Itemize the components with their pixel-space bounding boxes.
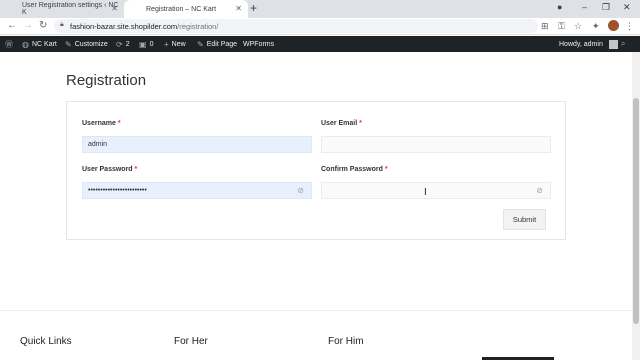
required-mark: *	[117, 120, 121, 127]
avatar	[608, 39, 618, 49]
brush-icon: ✎	[65, 39, 72, 49]
password-value: ••••••••••••••••••••••••	[88, 187, 147, 194]
adminbar-updates-count: 2	[125, 40, 130, 48]
adminbar-edit-label: Edit Page	[206, 40, 238, 48]
adminbar-site-label: NC Kart	[31, 40, 57, 48]
username-field[interactable]: admin	[82, 136, 312, 153]
updates-icon: ⟳	[116, 39, 123, 49]
confirm-password-label: Confirm Password *	[321, 166, 388, 173]
required-mark: *	[359, 120, 362, 127]
adminbar-edit-page[interactable]: ✎ Edit Page	[197, 36, 237, 52]
comment-icon: ▣	[139, 39, 147, 49]
back-arrow-icon[interactable]: ←	[7, 20, 17, 31]
adminbar-wpforms-label: WPForms	[243, 40, 275, 48]
page-title: Registration	[66, 72, 147, 89]
footer-heading-for-her: For Her	[174, 336, 208, 347]
page-scrollbar[interactable]	[632, 52, 640, 360]
username-label-text: Username	[82, 120, 116, 127]
plus-icon: +	[164, 39, 169, 49]
confirm-label-text: Confirm Password	[321, 166, 383, 173]
forward-arrow-icon[interactable]: →	[23, 20, 33, 31]
plus-icon[interactable]: +	[250, 1, 257, 15]
search-icon: ⌕	[621, 39, 626, 48]
browser-tab-registration[interactable]: Registration – NC Kart ✕	[124, 0, 248, 18]
email-field[interactable]	[321, 136, 551, 153]
confirm-password-field[interactable]: ⊘	[321, 182, 551, 199]
tab-title: Registration – NC Kart	[146, 5, 217, 13]
browser-tab-user-registration-settings[interactable]: User Registration settings ‹ NC K ✕	[0, 0, 124, 18]
address-bar[interactable]: 🔒︎ fashion-bazar.site.shopilder.com/regi…	[54, 19, 538, 33]
browser-tab-strip: User Registration settings ‹ NC K ✕ Regi…	[0, 0, 640, 18]
profile-avatar[interactable]	[608, 20, 619, 31]
adminbar-search[interactable]: ⌕	[621, 36, 625, 52]
extensions-icon[interactable]: ✦	[592, 21, 600, 32]
grid-icon[interactable]: ⊞	[541, 21, 549, 32]
adminbar-site[interactable]: ◍ NC Kart	[22, 36, 57, 52]
registration-form: Username * admin User Email * User Passw…	[66, 101, 566, 240]
reload-icon[interactable]: ↻	[39, 20, 47, 31]
pencil-icon: ✎	[197, 39, 204, 49]
lock-icon[interactable]: 🔒︎	[60, 21, 64, 29]
footer-divider	[0, 310, 632, 311]
adminbar-comments[interactable]: ▣ 0	[139, 36, 153, 52]
url-host: fashion-bazar.site.shopilder.com	[70, 21, 178, 31]
adminbar-customize[interactable]: ✎ Customize	[65, 36, 108, 52]
adminbar-wpforms[interactable]: WPForms	[243, 36, 274, 52]
url-path: /registration/	[177, 21, 219, 31]
password-field[interactable]: •••••••••••••••••••••••• ⊘	[82, 182, 312, 199]
adminbar-updates[interactable]: ⟳ 2	[116, 36, 130, 52]
scrollbar-thumb[interactable]	[633, 98, 639, 324]
star-icon[interactable]: ☆	[574, 21, 582, 32]
record-icon[interactable]: ●	[557, 2, 562, 12]
wordpress-logo[interactable]: Ⓦ	[5, 36, 13, 52]
close-window-icon[interactable]: ✕	[623, 2, 631, 13]
close-icon[interactable]: ✕	[235, 4, 242, 13]
adminbar-howdy: Howdy, admin	[559, 40, 603, 48]
eye-off-icon[interactable]: ⊘	[297, 186, 304, 195]
menu-dots-icon[interactable]: ⋮	[625, 21, 634, 32]
required-mark: *	[134, 166, 138, 173]
key-icon[interactable]: ⚿	[558, 21, 565, 32]
footer-heading-for-him: For Him	[328, 336, 364, 347]
tab-title: User Registration settings ‹ NC K	[22, 2, 119, 16]
footer-heading-quick-links: Quick Links	[20, 336, 72, 347]
minimize-icon[interactable]: –	[582, 2, 587, 12]
password-label: User Password *	[82, 166, 137, 173]
restore-icon[interactable]: ❐	[602, 2, 610, 13]
wordpress-icon: Ⓦ	[5, 39, 13, 49]
submit-button[interactable]: Submit	[503, 209, 546, 230]
username-value: admin	[88, 141, 108, 148]
email-label: User Email *	[321, 120, 362, 127]
browser-toolbar: ← → ↻ 🔒︎ fashion-bazar.site.shopilder.co…	[0, 18, 640, 35]
dashboard-icon: ◍	[22, 39, 29, 49]
adminbar-comments-count: 0	[149, 40, 154, 48]
adminbar-account[interactable]: Howdy, admin	[559, 36, 618, 52]
adminbar-customize-label: Customize	[74, 40, 108, 48]
password-label-text: User Password	[82, 166, 133, 173]
username-label: Username *	[82, 120, 121, 127]
adminbar-new-label: New	[171, 40, 186, 48]
text-cursor-icon: I	[424, 187, 427, 198]
email-label-text: User Email	[321, 120, 358, 127]
close-icon[interactable]: ✕	[111, 4, 118, 13]
wp-admin-bar: Ⓦ ◍ NC Kart ✎ Customize ⟳ 2 ▣ 0 + New ✎ …	[0, 36, 640, 52]
adminbar-new[interactable]: + New	[164, 36, 186, 52]
eye-off-icon[interactable]: ⊘	[536, 186, 543, 195]
required-mark: *	[384, 166, 388, 173]
